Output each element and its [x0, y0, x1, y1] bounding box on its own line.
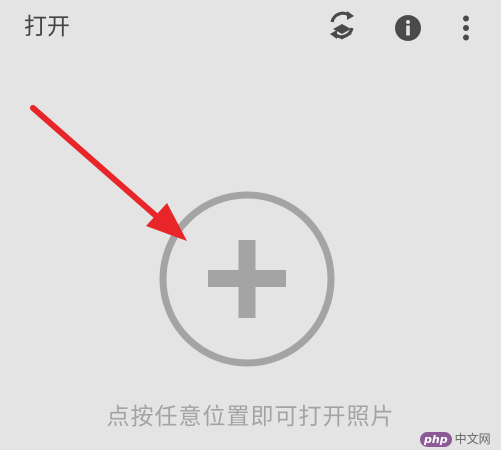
app-bar: 打开: [0, 0, 501, 56]
watermark-logo: php: [420, 431, 452, 447]
watermark: php 中文网: [420, 430, 491, 448]
page-title: 打开: [24, 14, 70, 40]
info-icon: [395, 15, 421, 41]
watermark-text: 中文网: [454, 432, 491, 446]
plus-circle-icon[interactable]: [158, 190, 336, 368]
restore-layers-icon: [330, 11, 354, 40]
screen: 打开 点按任意位置即可打开照片 php 中文网: [0, 0, 501, 450]
more-vertical-icon: [463, 15, 469, 41]
open-photo-hint: 点按任意位置即可打开照片: [106, 404, 395, 430]
info-button[interactable]: [388, 8, 428, 48]
more-options-button[interactable]: [446, 8, 486, 48]
restore-button[interactable]: [322, 8, 362, 48]
